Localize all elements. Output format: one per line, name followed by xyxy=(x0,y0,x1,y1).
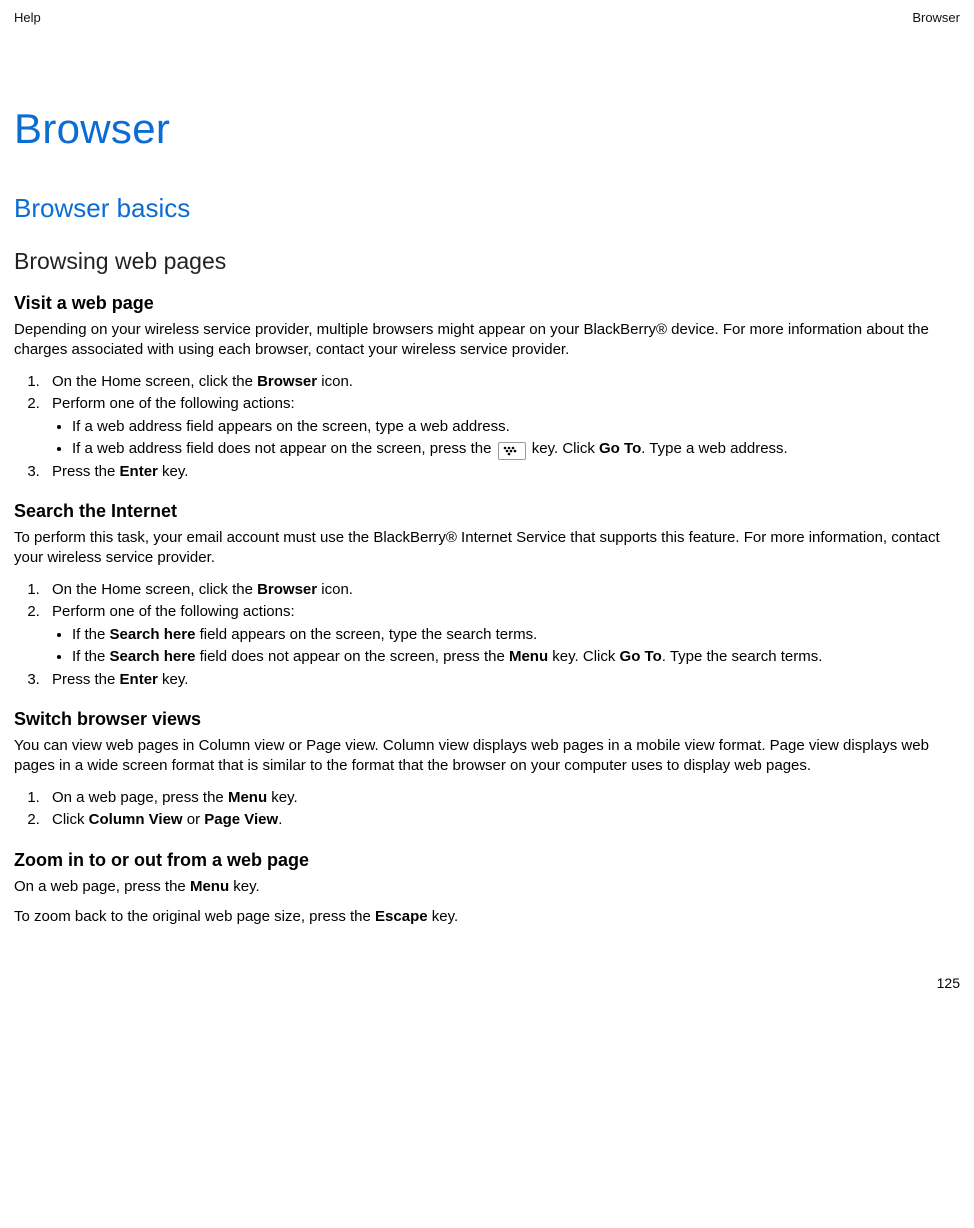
list-item: If a web address field appears on the sc… xyxy=(72,416,960,439)
list-item: If the Search here field appears on the … xyxy=(72,624,960,647)
bb-menu-key-icon xyxy=(498,442,526,460)
topic-search-steps: On the Home screen, click the Browser ic… xyxy=(14,579,960,692)
topic-zoom-p1: On a web page, press the Menu key. xyxy=(14,877,960,897)
page-header: Help Browser xyxy=(14,10,960,25)
topic-search-intro: To perform this task, your email account… xyxy=(14,528,960,569)
header-left: Help xyxy=(14,10,41,25)
list-item: Press the Enter key. xyxy=(44,461,960,484)
list-item: On the Home screen, click the Browser ic… xyxy=(44,371,960,394)
header-right: Browser xyxy=(912,10,960,25)
list-item: If a web address field does not appear o… xyxy=(72,438,960,461)
list-item: Perform one of the following actions: If… xyxy=(44,393,960,461)
list-item: Press the Enter key. xyxy=(44,669,960,692)
page-title: Browser xyxy=(14,105,960,153)
subsection-heading: Browsing web pages xyxy=(14,248,960,275)
topic-visit-steps: On the Home screen, click the Browser ic… xyxy=(14,371,960,484)
topic-zoom-heading: Zoom in to or out from a web page xyxy=(14,850,960,871)
topic-switch-heading: Switch browser views xyxy=(14,709,960,730)
topic-search-heading: Search the Internet xyxy=(14,501,960,522)
page-number: 125 xyxy=(937,975,960,991)
list-item: Perform one of the following actions: If… xyxy=(44,601,960,669)
section-heading: Browser basics xyxy=(14,193,960,224)
topic-visit-heading: Visit a web page xyxy=(14,293,960,314)
topic-switch-intro: You can view web pages in Column view or… xyxy=(14,736,960,777)
topic-zoom-p2: To zoom back to the original web page si… xyxy=(14,907,960,927)
topic-switch-steps: On a web page, press the Menu key. Click… xyxy=(14,787,960,832)
topic-visit-intro: Depending on your wireless service provi… xyxy=(14,320,960,361)
list-item: On a web page, press the Menu key. xyxy=(44,787,960,810)
list-item: On the Home screen, click the Browser ic… xyxy=(44,579,960,602)
list-item: If the Search here field does not appear… xyxy=(72,646,960,669)
list-item: Click Column View or Page View. xyxy=(44,809,960,832)
